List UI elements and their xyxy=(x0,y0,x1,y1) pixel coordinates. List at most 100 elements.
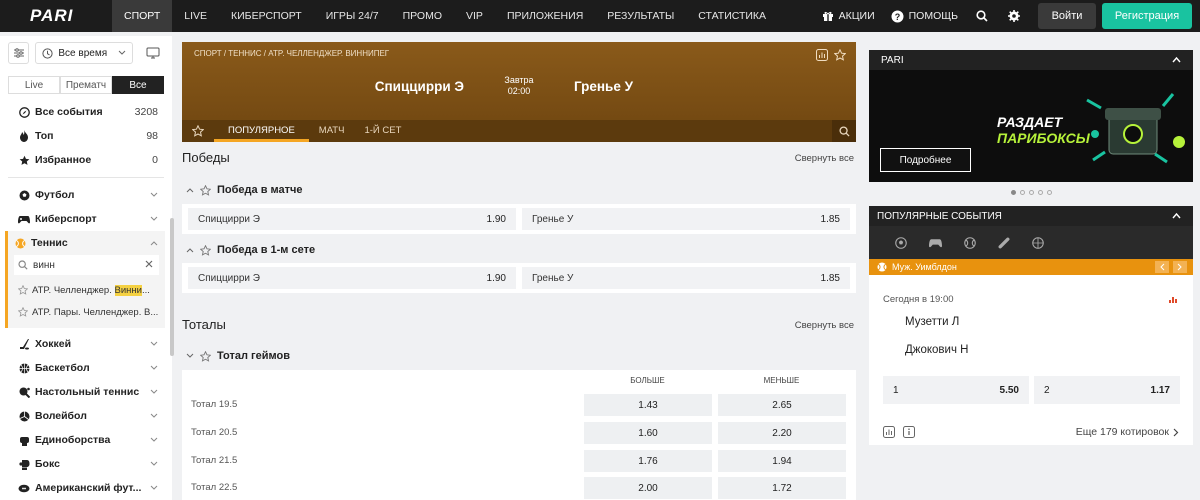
odd-button[interactable]: Гренье У 1.85 xyxy=(522,208,850,230)
nav-apps[interactable]: Приложения xyxy=(495,0,595,32)
sidebar-item-american-football[interactable]: Американский фут... xyxy=(0,476,172,500)
more-odds-link[interactable]: Еще 179 котировок xyxy=(1076,426,1179,438)
odd-over[interactable]: 1.60 xyxy=(584,422,712,444)
close-icon[interactable] xyxy=(145,260,153,268)
table-tennis-icon xyxy=(18,386,30,398)
chevron-up-icon[interactable] xyxy=(1172,56,1181,63)
star-outline-icon[interactable] xyxy=(200,350,211,362)
nav-live[interactable]: LIVE xyxy=(172,0,219,32)
screen-mode-button[interactable] xyxy=(143,42,164,64)
market-header-match-win[interactable]: Победа в матче xyxy=(182,178,856,202)
sidebar-item-football[interactable]: Футбол xyxy=(0,183,172,207)
tournament-item[interactable]: ATP. Челленджер. Винни... xyxy=(8,279,165,301)
stats-icon[interactable] xyxy=(883,426,895,438)
odd-button[interactable]: Спиццирри Э 1.90 xyxy=(188,208,516,230)
nav-games[interactable]: Игры 24/7 xyxy=(314,0,391,32)
column-header-over: Больше xyxy=(630,376,665,385)
register-button[interactable]: Регистрация xyxy=(1102,3,1192,29)
nav-esports[interactable]: Киберспорт xyxy=(219,0,314,32)
sidebar-item-basketball[interactable]: Баскетбол xyxy=(0,356,172,380)
search-button[interactable] xyxy=(966,10,998,22)
chevron-up-icon xyxy=(186,247,194,253)
market-tabs: Популярное Матч 1-й сет xyxy=(182,120,856,142)
chevron-down-icon xyxy=(150,485,158,491)
settings-button[interactable] xyxy=(998,10,1030,22)
segment-all[interactable]: Все xyxy=(112,76,164,94)
time-filter-select[interactable]: Все время xyxy=(35,42,133,64)
collapse-all-button[interactable]: Свернуть все xyxy=(795,153,854,164)
next-event-button[interactable] xyxy=(1173,261,1187,273)
tab-match[interactable]: Матч xyxy=(309,120,355,142)
help-link[interactable]: ? Помощь xyxy=(883,10,966,23)
star-outline-icon[interactable] xyxy=(200,244,211,256)
odd-under[interactable]: 1.72 xyxy=(718,477,846,499)
carousel-dot[interactable] xyxy=(1010,189,1016,195)
gear-icon xyxy=(1008,10,1020,22)
hockey-icon[interactable] xyxy=(998,237,1010,249)
odd-under[interactable]: 1.94 xyxy=(718,450,846,472)
login-button[interactable]: Войти xyxy=(1038,3,1096,29)
carousel-dot[interactable] xyxy=(1046,189,1052,195)
odd-over[interactable]: 1.43 xyxy=(584,394,712,416)
sidebar-item-volleyball[interactable]: Волейбол xyxy=(0,404,172,428)
market-search-button[interactable] xyxy=(832,120,856,142)
filter-button[interactable] xyxy=(8,42,30,64)
popular-odd-1[interactable]: 1 5.50 xyxy=(883,376,1029,404)
odd-button[interactable]: Гренье У 1.85 xyxy=(522,267,850,289)
odd-over[interactable]: 2.00 xyxy=(584,477,712,499)
promo-link[interactable]: Акции xyxy=(814,10,883,22)
popular-sport-filters xyxy=(869,226,1193,259)
tab-popular[interactable]: Популярное xyxy=(214,120,309,142)
star-outline-icon[interactable] xyxy=(18,285,28,295)
carousel-dot[interactable] xyxy=(1028,189,1034,195)
odd-button[interactable]: Спиццирри Э 1.90 xyxy=(188,267,516,289)
nav-promo[interactable]: Промо xyxy=(391,0,454,32)
tab-set1[interactable]: 1-й сет xyxy=(354,120,411,142)
market-header-total-games[interactable]: Тотал геймов xyxy=(182,344,856,368)
prev-event-button[interactable] xyxy=(1155,261,1169,273)
tournament-item[interactable]: ATP. Пары. Челленджер. В... xyxy=(8,301,165,323)
soccer-ball-icon[interactable] xyxy=(895,236,907,249)
sidebar-item-label: Волейбол xyxy=(35,410,87,422)
chevron-down-icon xyxy=(150,365,158,371)
chart-bars-icon[interactable] xyxy=(1169,294,1179,304)
sidebar-item-esports[interactable]: Киберспорт xyxy=(0,207,172,231)
basketball-icon[interactable] xyxy=(1032,236,1044,249)
star-outline-icon[interactable] xyxy=(200,184,211,196)
nav-vip[interactable]: VIP xyxy=(454,0,495,32)
market-header-set1-win[interactable]: Победа в 1-м сете xyxy=(182,238,856,262)
sidebar-item-boxing[interactable]: Бокс xyxy=(0,452,172,476)
nav-statistics[interactable]: Статистика xyxy=(686,0,778,32)
segment-live[interactable]: Live xyxy=(8,76,60,94)
sidebar-item-table-tennis[interactable]: Настольный теннис xyxy=(0,380,172,404)
carousel-dot[interactable] xyxy=(1037,189,1043,195)
sidebar-item-hockey[interactable]: Хоккей xyxy=(0,332,172,356)
popular-odd-2[interactable]: 2 1.17 xyxy=(1034,376,1180,404)
sidebar-item-favorites[interactable]: Избранное 0 xyxy=(0,148,172,172)
nav-sport[interactable]: Спорт xyxy=(112,0,173,32)
chevron-up-icon[interactable] xyxy=(1172,212,1181,219)
odd-over[interactable]: 1.76 xyxy=(584,450,712,472)
stats-icon[interactable] xyxy=(816,49,828,61)
gamepad-icon[interactable] xyxy=(929,238,942,248)
sidebar-item-top[interactable]: Топ 98 xyxy=(0,124,172,148)
pari-logo[interactable]: PARI xyxy=(0,0,112,32)
carousel-dot[interactable] xyxy=(1019,189,1025,195)
collapse-all-button[interactable]: Свернуть все xyxy=(795,320,854,331)
info-icon[interactable] xyxy=(903,426,915,438)
tennis-ball-icon[interactable] xyxy=(964,236,976,249)
odd-under[interactable]: 2.65 xyxy=(718,394,846,416)
more-details-button[interactable]: Подробнее xyxy=(880,148,971,172)
favorite-star-icon[interactable] xyxy=(834,49,846,61)
favorites-tab[interactable] xyxy=(182,120,214,142)
odd-under[interactable]: 2.20 xyxy=(718,422,846,444)
sidebar-item-tennis[interactable]: Теннис xyxy=(8,231,165,255)
sidebar-item-all-events[interactable]: Все события 3208 xyxy=(0,100,172,124)
sidebar-item-martial-arts[interactable]: Единоборства xyxy=(0,428,172,452)
star-outline-icon[interactable] xyxy=(18,307,28,317)
sidebar-scrollbar[interactable] xyxy=(170,218,174,356)
segment-prematch[interactable]: Прематч xyxy=(60,76,112,94)
nav-results[interactable]: Результаты xyxy=(595,0,686,32)
breadcrumb[interactable]: Спорт / Теннис / ATP. Челленджер. Виннип… xyxy=(194,49,389,58)
tournament-search-input[interactable]: винн xyxy=(14,255,159,275)
